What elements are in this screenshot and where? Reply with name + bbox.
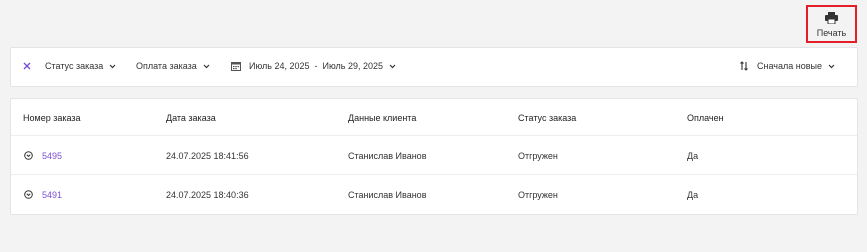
sort-dropdown[interactable]: Сначала новые bbox=[740, 61, 835, 71]
printer-icon bbox=[825, 12, 838, 24]
header-divider bbox=[11, 135, 857, 136]
expand-row-icon[interactable] bbox=[24, 190, 33, 199]
paid-status: Да bbox=[687, 151, 699, 161]
paid-status: Да bbox=[687, 190, 699, 200]
date-range-label: Июль 24, 2025 - Июль 29, 2025 bbox=[249, 61, 383, 71]
chevron-down-icon bbox=[828, 64, 835, 68]
order-status: Отгружен bbox=[518, 190, 558, 200]
orders-table: Номер заказа Дата заказа Данные клиента … bbox=[10, 98, 858, 215]
order-status-filter-label: Статус заказа bbox=[45, 61, 104, 71]
order-number-link[interactable]: 5491 bbox=[42, 190, 62, 200]
order-number-link[interactable]: 5495 bbox=[42, 151, 62, 161]
column-header-order-date: Дата заказа bbox=[166, 113, 216, 123]
order-status-filter[interactable]: Статус заказа bbox=[45, 61, 116, 71]
column-header-order-number: Номер заказа bbox=[23, 113, 81, 123]
calendar-icon bbox=[231, 62, 241, 71]
print-label: Печать bbox=[816, 28, 847, 38]
sort-icon bbox=[740, 61, 748, 71]
payment-filter-label: Оплата заказа bbox=[136, 61, 197, 71]
order-date: 24.07.2025 18:40:36 bbox=[166, 190, 249, 200]
chevron-down-icon bbox=[203, 64, 210, 68]
client-name: Станислав Иванов bbox=[348, 151, 427, 161]
chevron-down-icon bbox=[389, 64, 396, 68]
column-header-status: Статус заказа bbox=[518, 113, 577, 123]
order-status: Отгружен bbox=[518, 151, 558, 161]
filter-bar: Статус заказа Оплата заказа Июль 24, 202… bbox=[10, 47, 858, 87]
expand-row-icon[interactable] bbox=[24, 151, 33, 160]
client-name: Станислав Иванов bbox=[348, 190, 427, 200]
order-date: 24.07.2025 18:41:56 bbox=[166, 151, 249, 161]
column-header-paid: Оплачен bbox=[687, 113, 724, 123]
sort-label: Сначала новые bbox=[757, 61, 822, 71]
print-button[interactable]: Печать bbox=[806, 5, 857, 43]
date-range-filter[interactable]: Июль 24, 2025 - Июль 29, 2025 bbox=[231, 61, 396, 71]
row-divider bbox=[11, 174, 857, 175]
column-header-client: Данные клиента bbox=[348, 113, 417, 123]
chevron-down-icon bbox=[109, 64, 116, 68]
clear-filters-icon[interactable] bbox=[22, 61, 32, 71]
payment-filter[interactable]: Оплата заказа bbox=[136, 61, 210, 71]
